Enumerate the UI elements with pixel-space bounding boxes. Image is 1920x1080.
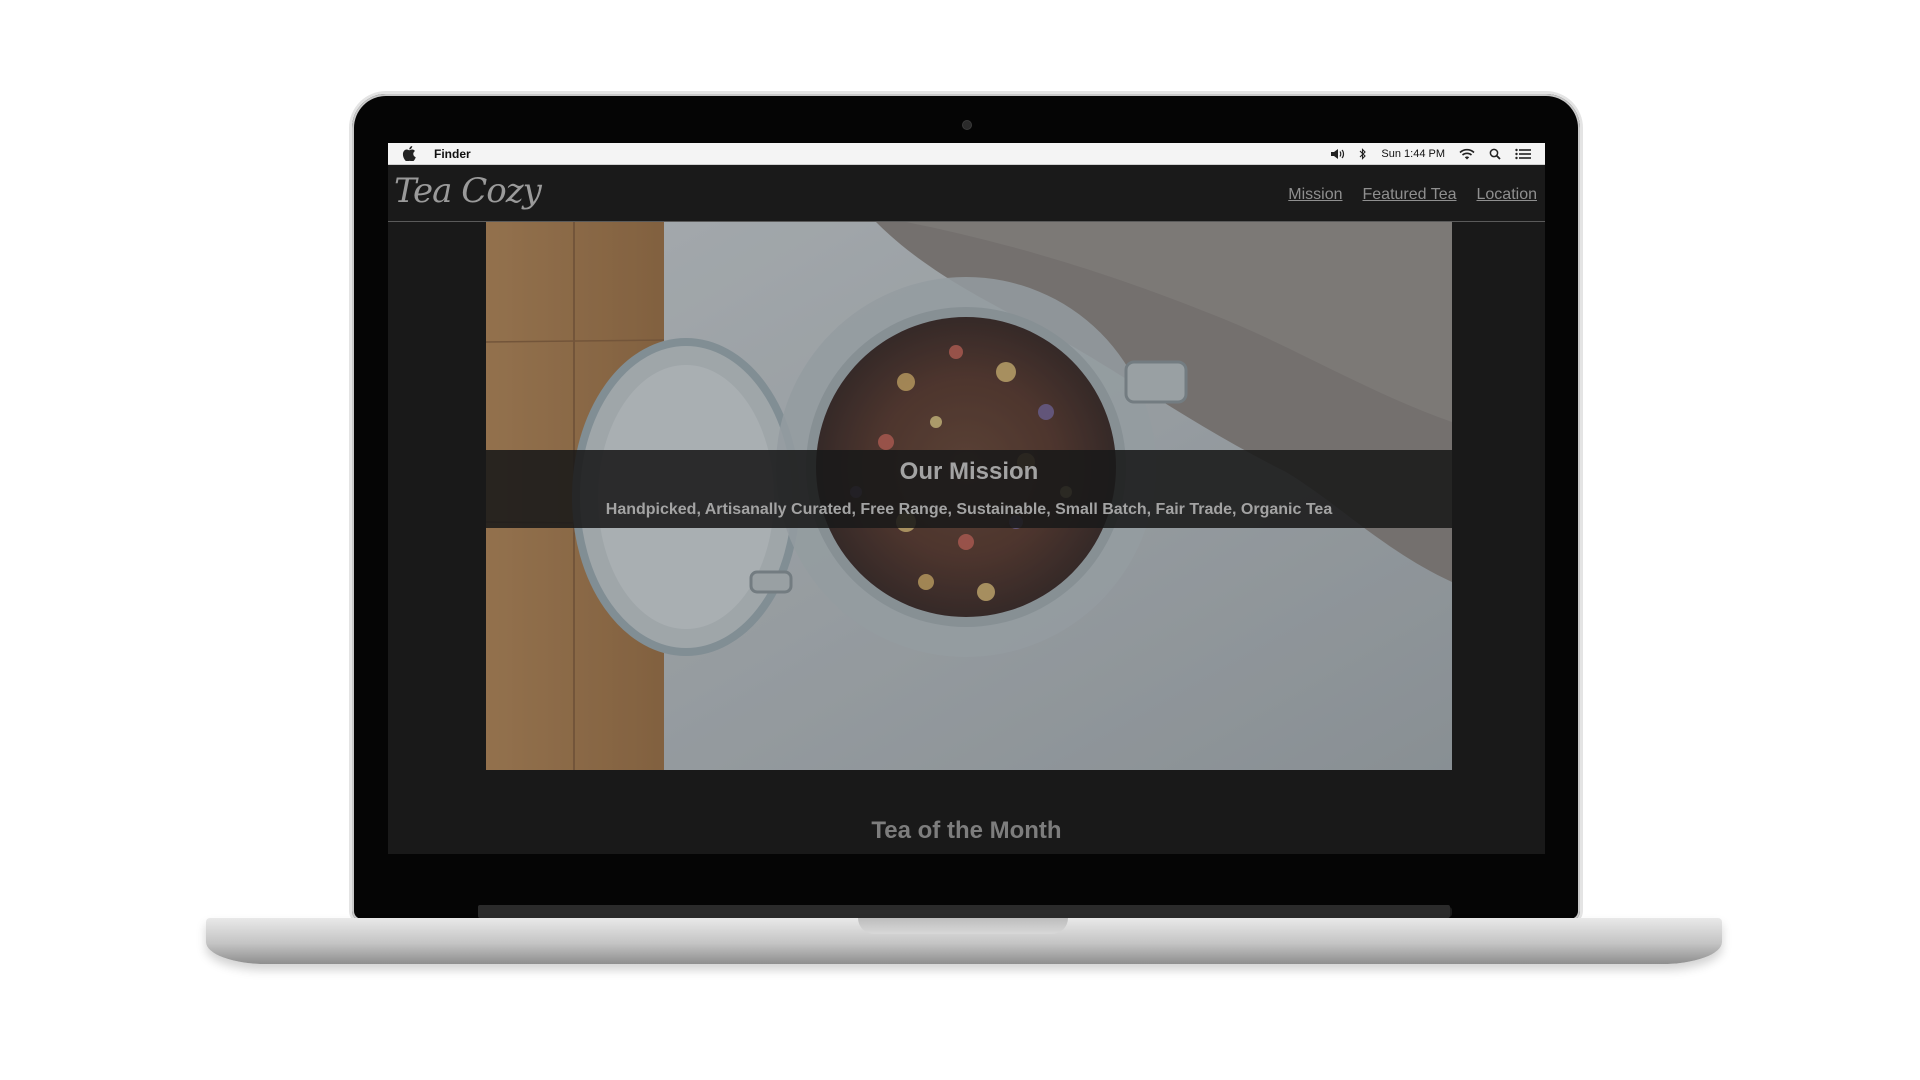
- site-logo[interactable]: Tea Cozy: [394, 171, 542, 211]
- spotlight-search-icon[interactable]: [1489, 148, 1501, 160]
- camera-icon: [963, 121, 971, 129]
- mac-menubar: Finder Sun 1:44 PM: [388, 143, 1545, 165]
- menubar-status-area: Sun 1:44 PM: [1330, 145, 1531, 163]
- laptop-hinge: [478, 905, 1450, 918]
- nav-link-location[interactable]: Location: [1477, 186, 1538, 204]
- apple-icon[interactable]: [402, 146, 416, 162]
- mission-banner: Our Mission Handpicked, Artisanally Cura…: [486, 450, 1452, 528]
- bluetooth-icon[interactable]: [1359, 148, 1367, 160]
- wifi-icon[interactable]: [1459, 148, 1475, 160]
- site-nav: Mission Featured Tea Location: [1288, 186, 1537, 204]
- nav-link-featured-tea[interactable]: Featured Tea: [1363, 186, 1457, 204]
- notification-center-icon[interactable]: [1515, 148, 1531, 160]
- volume-icon[interactable]: [1330, 148, 1345, 160]
- laptop-base: [206, 918, 1722, 964]
- site-header: Tea Cozy Mission Featured Tea Location: [388, 165, 1545, 222]
- mission-title: Our Mission: [899, 458, 1039, 485]
- mission-subtitle: Handpicked, Artisanally Curated, Free Ra…: [605, 501, 1333, 518]
- laptop-base-notch: [858, 918, 1068, 934]
- stage: Finder Sun 1:44 PM Tea Cozy Mission Feat…: [0, 0, 1920, 1080]
- nav-link-mission[interactable]: Mission: [1288, 186, 1342, 204]
- hero-image: Our Mission Handpicked, Artisanally Cura…: [486, 222, 1452, 770]
- active-app-name[interactable]: Finder: [434, 147, 471, 161]
- tea-of-month-heading: Tea of the Month: [871, 817, 1062, 844]
- laptop-screen: Finder Sun 1:44 PM Tea Cozy Mission Feat…: [388, 143, 1545, 854]
- menubar-clock[interactable]: Sun 1:44 PM: [1381, 148, 1445, 160]
